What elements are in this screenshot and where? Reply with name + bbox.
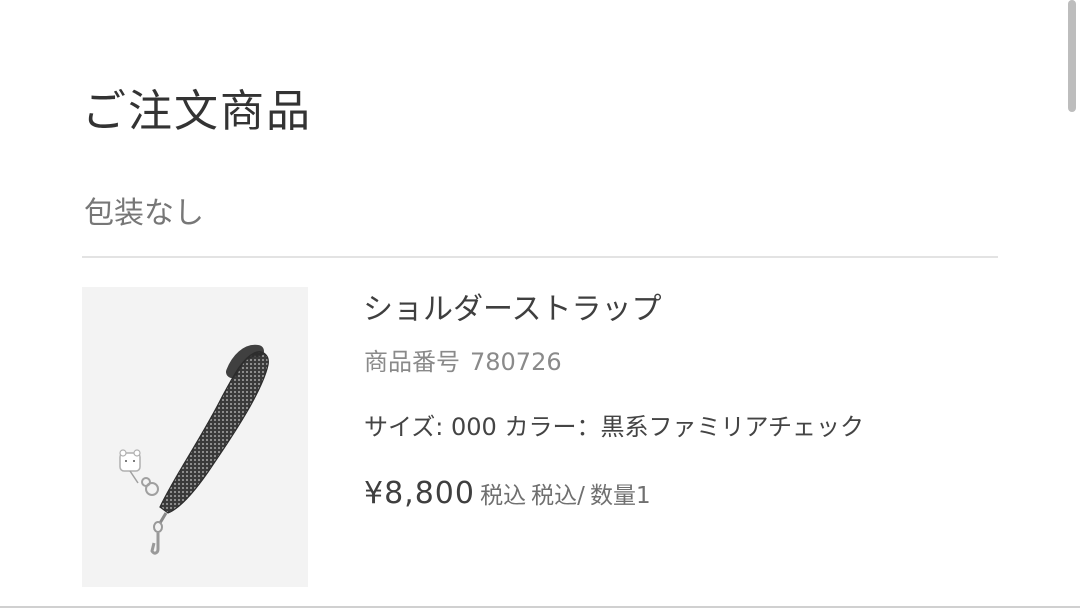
- price-row: ¥8,800 税込 税込/ 数量1: [364, 472, 651, 518]
- shoulder-strap-image-icon: [119, 344, 269, 555]
- wrapping-label: 包装なし: [84, 196, 204, 231]
- color-value: 黒系ファミリアチェック: [600, 413, 864, 441]
- size-value: 000: [451, 413, 497, 441]
- size-label: サイズ:: [364, 413, 444, 441]
- tax-label-2: 税込/: [531, 483, 585, 509]
- product-number: 商品番号 780726: [364, 344, 562, 380]
- page-title: ご注文商品: [82, 86, 312, 137]
- product-number-label: 商品番号: [364, 348, 460, 376]
- divider: [82, 256, 998, 258]
- tax-label: 税込: [480, 483, 527, 509]
- product-number-value: 780726: [470, 348, 562, 376]
- product-image[interactable]: [82, 287, 308, 587]
- quantity: 数量1: [590, 483, 651, 509]
- product-variant: サイズ: 000 カラー：黒系ファミリアチェック: [364, 409, 864, 445]
- color-label: カラー：: [504, 413, 601, 441]
- product-name[interactable]: ショルダーストラップ: [363, 288, 662, 332]
- scrollbar[interactable]: [1068, 0, 1076, 112]
- price: ¥8,800: [364, 476, 475, 511]
